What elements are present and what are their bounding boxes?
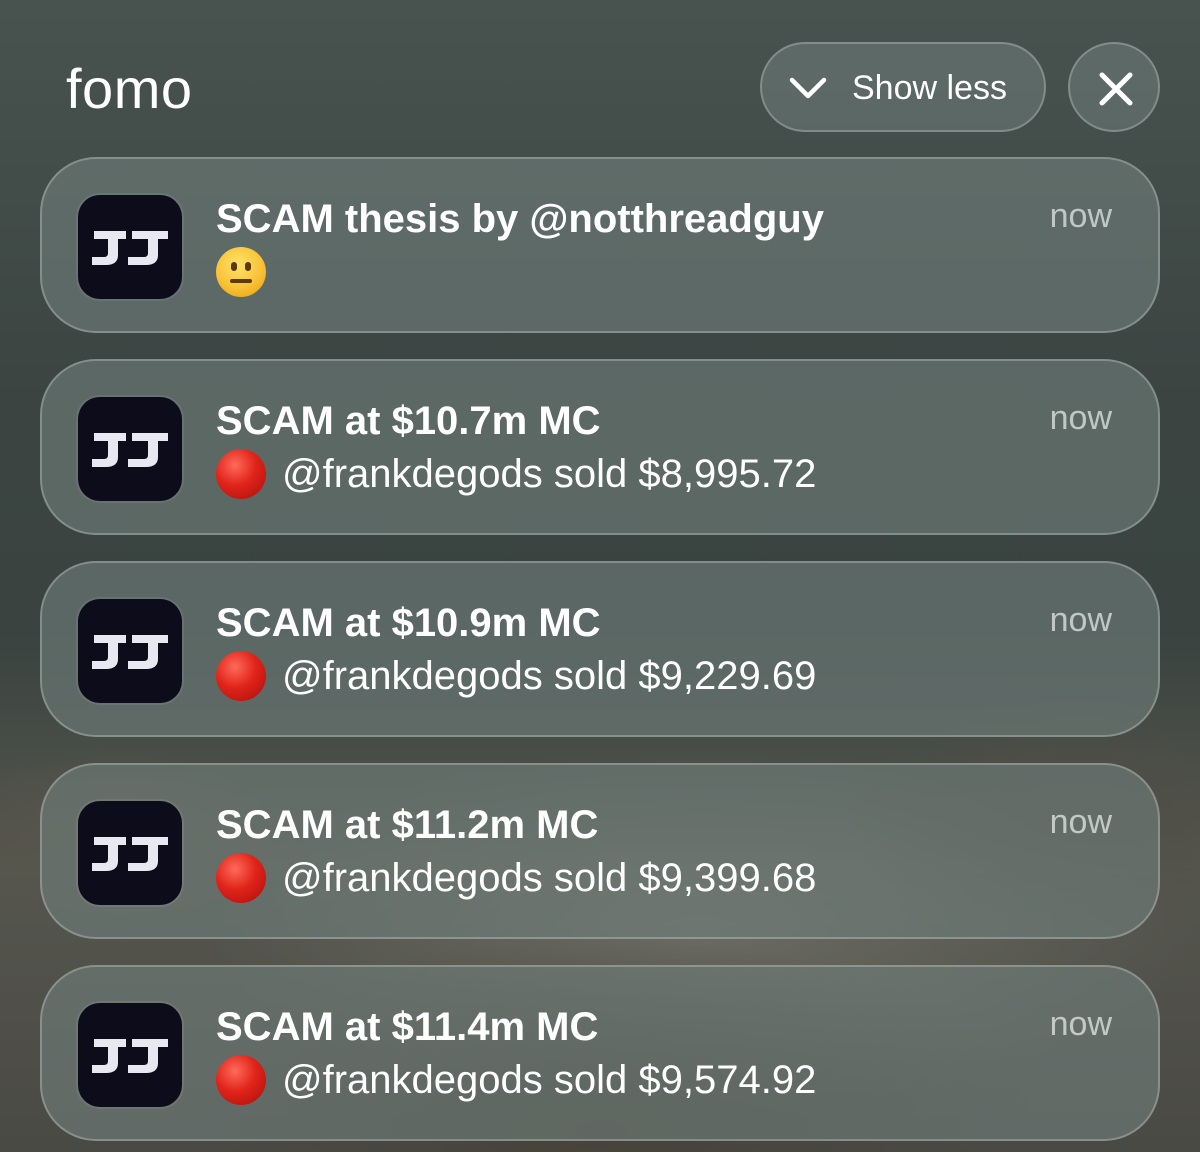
notification-card[interactable]: SCAM at $10.9m MC @frankdegods sold $9,2… [40, 561, 1160, 737]
notification-card[interactable]: SCAM at $11.2m MC @frankdegods sold $9,3… [40, 763, 1160, 939]
notification-title: SCAM thesis by @notthreadguy [216, 197, 824, 241]
notification-body: @frankdegods sold $9,229.69 [216, 651, 816, 701]
close-icon [1099, 72, 1133, 106]
fomo-logo-icon [78, 397, 182, 501]
notification-body: @frankdegods sold $9,574.92 [216, 1055, 816, 1105]
notification-title: SCAM at $10.7m MC [216, 399, 601, 443]
notification-title: SCAM at $11.4m MC [216, 1005, 599, 1049]
notification-body-text: @frankdegods sold $9,574.92 [282, 1057, 817, 1102]
notification-title: SCAM at $10.9m MC [216, 601, 601, 645]
show-less-label: Show less [852, 69, 1007, 107]
red-circle-icon [216, 449, 266, 499]
neutral-face-icon [216, 247, 266, 297]
notification-card[interactable]: SCAM at $10.7m MC @frankdegods sold $8,9… [40, 359, 1160, 535]
group-title: fomo [66, 57, 193, 120]
notification-time: now [1049, 601, 1112, 639]
chevron-down-icon [789, 77, 827, 99]
notification-body: @frankdegods sold $9,399.68 [216, 853, 816, 903]
notification-card[interactable]: SCAM thesis by @notthreadguy now [40, 157, 1160, 333]
red-circle-icon [216, 853, 266, 903]
notification-time: now [1049, 399, 1112, 437]
notification-title: SCAM at $11.2m MC [216, 803, 599, 847]
fomo-logo-icon [78, 801, 182, 905]
notification-body-text: @frankdegods sold $9,399.68 [282, 855, 817, 900]
fomo-logo-icon [78, 195, 182, 299]
fomo-logo-icon [78, 1003, 182, 1107]
red-circle-icon [216, 651, 266, 701]
notification-time: now [1049, 197, 1112, 235]
clear-group-button[interactable] [1068, 42, 1160, 132]
notification-body-text: @frankdegods sold $8,995.72 [282, 451, 817, 496]
notification-time: now [1049, 803, 1112, 841]
notification-group-header: fomo Show less [0, 0, 1200, 150]
notification-body [216, 247, 266, 297]
notification-card[interactable]: SCAM at $11.4m MC @frankdegods sold $9,5… [40, 965, 1160, 1141]
notification-body: @frankdegods sold $8,995.72 [216, 449, 816, 499]
show-less-button[interactable]: Show less [760, 42, 1046, 132]
fomo-logo-icon [78, 599, 182, 703]
red-circle-icon [216, 1055, 266, 1105]
notification-body-text: @frankdegods sold $9,229.69 [282, 653, 817, 698]
notification-time: now [1049, 1005, 1112, 1043]
